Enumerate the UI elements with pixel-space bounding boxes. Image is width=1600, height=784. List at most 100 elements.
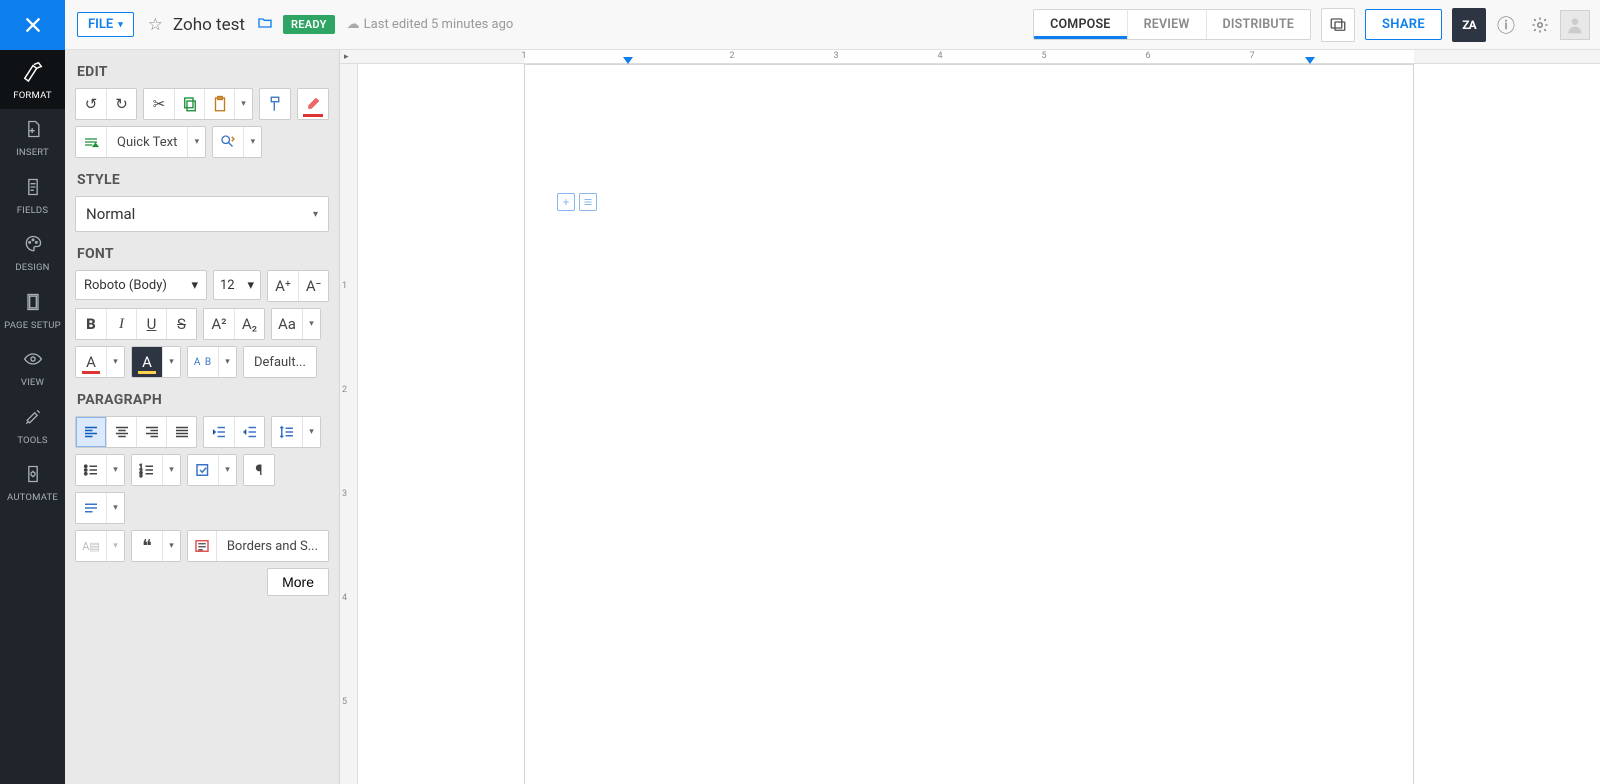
comments-icon[interactable] bbox=[1321, 8, 1355, 42]
highlight-color-button[interactable]: A bbox=[132, 347, 162, 377]
change-case-dropdown[interactable]: ▾ bbox=[302, 309, 320, 339]
underline-button[interactable]: U bbox=[136, 309, 166, 339]
format-painter-button[interactable] bbox=[260, 89, 290, 119]
quick-text-icon[interactable] bbox=[76, 127, 106, 157]
indent-increase-button[interactable] bbox=[204, 417, 234, 447]
page-content-handles[interactable]: + bbox=[557, 193, 597, 211]
borders-shading-icon[interactable] bbox=[188, 531, 216, 561]
tab-distribute[interactable]: DISTRIBUTE bbox=[1206, 10, 1310, 39]
chevron-down-icon: ▾ bbox=[313, 209, 318, 220]
share-button[interactable]: SHARE bbox=[1365, 9, 1442, 40]
align-left-button[interactable] bbox=[76, 417, 106, 447]
paste-button[interactable] bbox=[204, 89, 234, 119]
text-direction-dropdown[interactable]: ▾ bbox=[106, 493, 124, 523]
section-style-title: STYLE bbox=[77, 172, 327, 188]
font-shrink-button[interactable]: A⁻ bbox=[298, 271, 328, 301]
tab-stop-icon[interactable]: ▸ bbox=[344, 52, 349, 62]
font-family-select[interactable]: Roboto (Body) ▾ bbox=[75, 270, 207, 300]
strikethrough-button[interactable]: S bbox=[166, 309, 196, 339]
favorite-star-icon[interactable]: ☆ bbox=[148, 15, 163, 35]
rail-format[interactable]: FORMAT bbox=[0, 50, 65, 109]
character-spacing-button[interactable]: A B bbox=[188, 347, 218, 377]
undo-button[interactable]: ↺ bbox=[76, 89, 106, 119]
cloud-sync-icon: ☁ bbox=[347, 17, 360, 32]
bullet-list-button[interactable] bbox=[76, 455, 106, 485]
align-center-button[interactable] bbox=[106, 417, 136, 447]
rail-tools[interactable]: TOOLS bbox=[0, 397, 65, 454]
character-spacing-dropdown[interactable]: ▾ bbox=[218, 347, 236, 377]
subscript-button[interactable]: A₂ bbox=[234, 309, 264, 339]
zia-assistant-button[interactable]: ZA bbox=[1452, 8, 1486, 42]
rail-fields[interactable]: FIELDS bbox=[0, 167, 65, 224]
clear-formatting-button[interactable] bbox=[298, 89, 328, 119]
user-avatar[interactable] bbox=[1560, 10, 1590, 40]
file-menu-label: FILE bbox=[88, 17, 113, 32]
font-color-dropdown[interactable]: ▾ bbox=[106, 347, 124, 377]
horizontal-ruler[interactable]: 1 2 3 4 5 6 7 bbox=[524, 50, 1414, 64]
settings-gear-icon[interactable] bbox=[1526, 11, 1554, 39]
borders-shading-button[interactable]: Borders and S... bbox=[216, 531, 328, 561]
align-justify-button[interactable] bbox=[166, 417, 196, 447]
text-direction-button[interactable] bbox=[76, 493, 106, 523]
rail-automate[interactable]: AUTOMATE bbox=[0, 454, 65, 511]
add-block-icon[interactable]: + bbox=[557, 193, 575, 211]
page[interactable]: + bbox=[524, 64, 1414, 784]
indent-decrease-button[interactable] bbox=[234, 417, 264, 447]
last-edited-label: ☁ Last edited 5 minutes ago bbox=[347, 17, 514, 32]
paragraph-more-button[interactable]: More bbox=[267, 568, 329, 596]
copy-button[interactable] bbox=[174, 89, 204, 119]
find-replace-button[interactable] bbox=[213, 127, 243, 157]
workflow-mode-tabs: COMPOSE REVIEW DISTRIBUTE bbox=[1033, 9, 1311, 40]
document-title[interactable]: Zoho test bbox=[173, 15, 245, 35]
page-setup-icon bbox=[23, 292, 43, 317]
italic-button[interactable]: I bbox=[106, 309, 136, 339]
tab-compose[interactable]: COMPOSE bbox=[1034, 10, 1126, 39]
tab-review[interactable]: REVIEW bbox=[1127, 10, 1206, 39]
block-menu-icon[interactable] bbox=[579, 193, 597, 211]
font-size-select[interactable]: 12 ▾ bbox=[213, 270, 261, 300]
app-header: FILE ▾ ☆ Zoho test READY ☁ Last edited 5… bbox=[0, 0, 1600, 50]
view-eye-icon bbox=[23, 349, 43, 374]
font-default-button[interactable]: Default... bbox=[244, 347, 316, 377]
change-case-button[interactable]: Aa bbox=[272, 309, 302, 339]
vertical-ruler[interactable]: 1 2 3 4 5 bbox=[340, 64, 358, 784]
numbered-list-dropdown[interactable]: ▾ bbox=[162, 455, 180, 485]
rail-view[interactable]: VIEW bbox=[0, 339, 65, 396]
numbered-list-button[interactable]: 123 bbox=[132, 455, 162, 485]
line-spacing-dropdown[interactable]: ▾ bbox=[302, 417, 320, 447]
folder-icon[interactable] bbox=[257, 15, 273, 35]
info-icon[interactable]: ⓘ bbox=[1492, 11, 1520, 39]
paragraph-style-select[interactable]: Normal ▾ bbox=[75, 196, 329, 232]
paragraph-shading-button[interactable]: A▤ bbox=[76, 531, 106, 561]
rail-insert[interactable]: INSERT bbox=[0, 109, 65, 166]
document-canvas[interactable]: ▸ 1 2 3 4 5 1 2 3 4 5 6 7 bbox=[340, 50, 1600, 784]
checklist-button[interactable] bbox=[188, 455, 218, 485]
paste-options-dropdown[interactable]: ▾ bbox=[234, 89, 252, 119]
font-grow-button[interactable]: A⁺ bbox=[268, 271, 298, 301]
paragraph-shading-dropdown[interactable]: ▾ bbox=[106, 531, 124, 561]
highlight-color-dropdown[interactable]: ▾ bbox=[162, 347, 180, 377]
format-panel: EDIT ↺ ↻ ✂ ▾ bbox=[65, 50, 340, 784]
align-right-button[interactable] bbox=[136, 417, 166, 447]
rail-design[interactable]: DESIGN bbox=[0, 224, 65, 281]
find-replace-dropdown[interactable]: ▾ bbox=[243, 127, 261, 157]
cut-button[interactable]: ✂ bbox=[144, 89, 174, 119]
checklist-dropdown[interactable]: ▾ bbox=[218, 455, 236, 485]
paragraph-marks-button[interactable]: ¶ bbox=[244, 455, 274, 485]
redo-button[interactable]: ↻ bbox=[106, 89, 136, 119]
rail-page-setup[interactable]: PAGE SETUP bbox=[0, 282, 65, 339]
quick-text-button[interactable]: Quick Text bbox=[106, 127, 187, 157]
superscript-button[interactable]: A² bbox=[204, 309, 234, 339]
app-logo[interactable] bbox=[0, 0, 65, 50]
bullet-list-dropdown[interactable]: ▾ bbox=[106, 455, 124, 485]
file-menu-button[interactable]: FILE ▾ bbox=[77, 12, 134, 37]
bold-button[interactable]: B bbox=[76, 309, 106, 339]
chevron-down-icon: ▾ bbox=[247, 278, 254, 293]
insert-icon bbox=[23, 119, 43, 144]
blockquote-dropdown[interactable]: ▾ bbox=[162, 531, 180, 561]
font-color-button[interactable]: A bbox=[76, 347, 106, 377]
blockquote-button[interactable]: ❝ bbox=[132, 531, 162, 561]
quick-text-dropdown[interactable]: ▾ bbox=[187, 127, 205, 157]
section-font-title: FONT bbox=[77, 246, 327, 262]
line-spacing-button[interactable] bbox=[272, 417, 302, 447]
